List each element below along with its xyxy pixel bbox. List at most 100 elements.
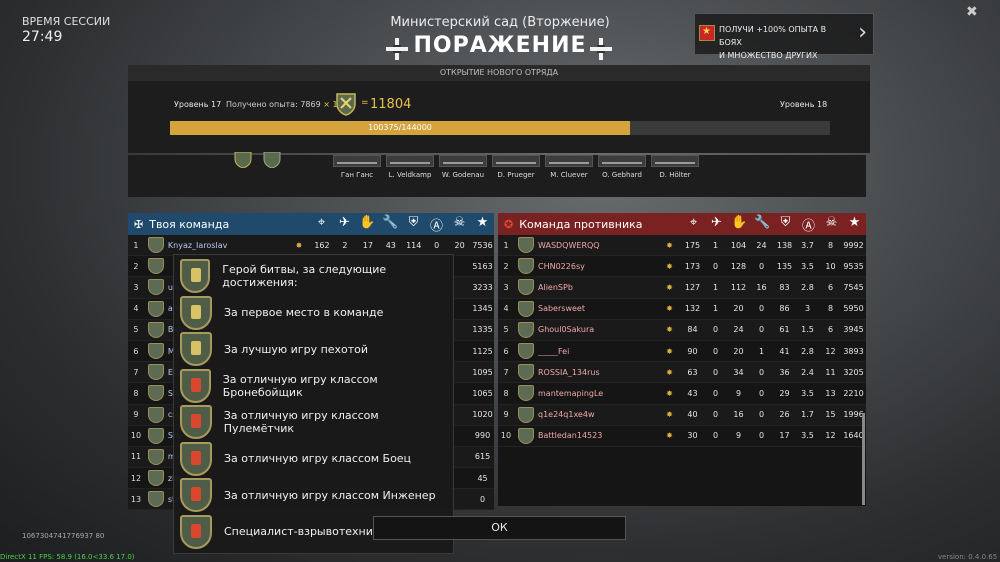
player-rank: 9 [503, 410, 509, 420]
squad-member[interactable]: L. Veldkamp [386, 155, 434, 179]
experience-progress-bar: 100375/144000 [170, 121, 830, 135]
squad-member[interactable]: D. Hölter [651, 155, 699, 179]
player-rank: 10 [130, 431, 142, 441]
class-icon: ✸ [666, 325, 673, 335]
stat-cell: 90 [687, 346, 698, 356]
stat-cell: 1065 [472, 388, 493, 398]
stat-cell: 83 [779, 282, 790, 292]
player-rank: 2 [503, 261, 509, 271]
squad-member-bar [386, 155, 434, 167]
squad-member[interactable]: M. Cluever [545, 155, 593, 179]
player-row[interactable]: 5 Ghoul0Sakura ✸ 84 0 24 0 61 1.5 6 3945 [498, 319, 866, 341]
player-row[interactable]: 8 mantemapingLe ✸ 43 0 9 0 29 3.5 13 2210 [498, 383, 866, 405]
class-icon: ✸ [666, 261, 673, 271]
session-time-label: ВРЕМЯ СЕССИИ [22, 15, 111, 28]
player-row[interactable]: 9 q1e24q1xe4w ✸ 40 0 16 0 26 1.7 15 1996 [498, 404, 866, 426]
achievement-text: Герой битвы, за следующие достижения: [222, 263, 387, 289]
ok-button[interactable]: ОК [373, 516, 626, 540]
squad-member-bar [333, 155, 381, 167]
stat-cell: 7536 [472, 240, 493, 250]
stat-cell: 0 [758, 304, 765, 314]
squad-member-bar [651, 155, 699, 167]
player-row[interactable]: 7 ROSSIA_134rus ✸ 63 0 34 0 36 2.4 11 3205 [498, 362, 866, 384]
stat-cell: 86 [779, 304, 790, 314]
fps-counter: DirectX 11 FPS: 58.9 (16.0<33.6 17.0) [0, 553, 135, 561]
stat-cell: 173 [684, 261, 701, 271]
rank-shield-icon [518, 279, 534, 296]
stat-cell: 9535 [843, 261, 864, 271]
star-icon: ★ [848, 214, 861, 230]
close-icon[interactable]: ✖ [966, 4, 978, 20]
stat-cell: 20 [733, 304, 744, 314]
squad-member-name: L. Veldkamp [388, 171, 432, 179]
battle-result-title: ПОРАЖЕНИЕ [413, 33, 587, 58]
premium-promo-button[interactable]: ПОЛУЧИ +100% ОПЫТА В БОЯХИ МНОЖЕСТВО ДРУ… [694, 13, 874, 73]
scrollbar[interactable] [862, 413, 865, 505]
squad-member[interactable]: Ган Ганс [333, 155, 381, 179]
achievements-tooltip: Герой битвы, за следующие достижения: За … [173, 254, 454, 554]
stat-cell: 132 [684, 304, 701, 314]
achievement-text: За лучшую игру пехотой [224, 342, 369, 356]
achievement-item: За отличную игру классом Боец [180, 441, 450, 476]
rank-shield-icon [147, 364, 164, 381]
stat-cell: 36 [779, 367, 790, 377]
wrench-icon: 🔧 [382, 214, 399, 230]
equals-sign: = [361, 98, 369, 108]
stat-cell: 7545 [843, 282, 864, 292]
class-icon: ✸ [666, 282, 673, 292]
squad-member[interactable]: W. Godenau [439, 155, 487, 179]
player-row[interactable]: 2 CHN0226sy ✸ 173 0 128 0 135 3.5 10 9535 [498, 256, 866, 278]
achievement-medal-icon [180, 405, 212, 439]
stat-cell: 61 [779, 325, 790, 335]
experience-value: 7869 [300, 100, 321, 109]
stat-cell: 175 [684, 240, 701, 250]
rank-shield-icon [147, 343, 164, 360]
squad-member-bar [545, 155, 593, 167]
stat-cell: 0 [712, 431, 719, 441]
experience-gained: Получено опыта: 7869 × 1.5 [226, 100, 345, 109]
player-row[interactable]: 1 WASDQWERQQ ✸ 175 1 104 24 138 3.7 8 9992 [498, 235, 866, 257]
squad-member-name: O. Gebhard [602, 171, 642, 179]
stat-cell: 1.7 [801, 410, 814, 420]
stat-cell: 2210 [843, 388, 864, 398]
stat-cell: 162 [314, 240, 330, 250]
stat-cell: 0 [758, 431, 765, 441]
player-name: ROSSIA_134rus [538, 367, 600, 377]
player-row[interactable]: 4 Sabersweet ✸ 132 1 20 0 86 3 8 5950 [498, 299, 866, 320]
stat-cell: 615 [474, 452, 491, 462]
stat-cell: 0 [712, 388, 719, 398]
player-row[interactable]: 6 _____Fei ✸ 90 0 20 1 41 2.8 12 3893 [498, 341, 866, 363]
player-row[interactable]: 1 Knyaz_Iaroslav ✸ 162 2 17 43 114 0 20 7536 [128, 235, 494, 257]
stat-cell: 17 [779, 431, 790, 441]
class-icon: ✸ [295, 240, 303, 250]
squad-member[interactable]: O. Gebhard [598, 155, 646, 179]
player-rank: 9 [133, 410, 139, 420]
next-level: Уровень 18 [780, 100, 828, 109]
your-team-title: Твоя команда [149, 217, 230, 231]
stat-cell: 17 [362, 240, 373, 250]
player-row[interactable]: 10 Battledan14523 ✸ 30 0 9 0 17 3.5 12 1640 [498, 426, 866, 447]
squad-member-name: D. Hölter [659, 171, 691, 179]
rank-shield-icon [518, 258, 534, 275]
experience-progress-text: 100375/144000 [368, 123, 432, 132]
stat-cell: 3 [804, 304, 811, 314]
hand-icon: ✋ [359, 214, 376, 230]
enemy-team-panel: ✪ Команда противника ⌖ ✈ ✋ 🔧 ⛨ Ⓐ ☠ ★ 1 WASDQWERQQ… [498, 213, 866, 506]
stat-cell: 135 [776, 261, 793, 271]
player-row[interactable]: 3 AlienSPb ✸ 127 1 112 16 83 2.8 6 7545 [498, 277, 866, 299]
squad-member[interactable]: D. Prueger [492, 155, 540, 179]
player-name: Sabersweet [538, 304, 585, 314]
rank-shield-icon [336, 93, 356, 116]
class-icon: ✸ [666, 240, 673, 250]
rank-shield-icon [147, 470, 164, 487]
stat-cell: 1 [758, 346, 765, 356]
player-name: Knyaz_Iaroslav [167, 240, 228, 250]
promo-line-1: ПОЛУЧИ +100% ОПЫТА В БОЯХ [719, 25, 827, 47]
stat-cell: 0 [712, 261, 719, 271]
stat-cell: 1125 [472, 346, 493, 356]
stat-cell: 3.5 [801, 388, 814, 398]
stat-cell: 29 [779, 388, 790, 398]
player-name: AlienSPb [538, 282, 573, 292]
class-icon: ✸ [666, 367, 673, 377]
chevron-right-icon: › [858, 20, 867, 45]
